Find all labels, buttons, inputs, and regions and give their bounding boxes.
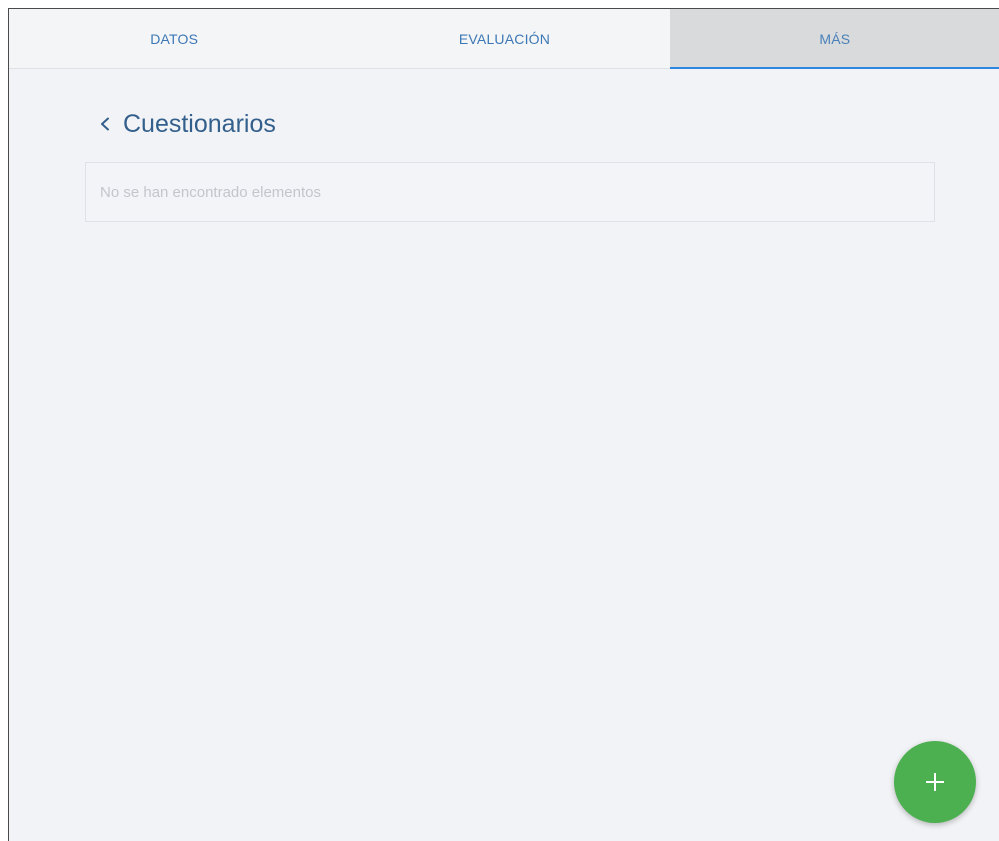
tab-label: MÁS [819, 30, 851, 47]
tab-label: EVALUACIÓN [458, 30, 551, 47]
tab-label: DATOS [150, 30, 199, 47]
plus-icon [926, 773, 944, 791]
tab-mas[interactable]: MÁS [669, 9, 999, 69]
tab-datos[interactable]: DATOS [9, 9, 339, 68]
chevron-left-icon[interactable] [95, 114, 115, 134]
add-button[interactable] [894, 741, 976, 823]
page-title: Cuestionarios [123, 109, 276, 138]
tab-evaluacion[interactable]: EVALUACIÓN [339, 9, 669, 68]
back-to-section-button[interactable]: Cuestionarios [95, 109, 276, 139]
empty-list-panel: No se han encontrado elementos [85, 162, 935, 222]
app-frame: DATOS EVALUACIÓN MÁS Cuestionarios No se… [8, 8, 999, 841]
empty-state-message: No se han encontrado elementos [100, 183, 321, 201]
tab-bar: DATOS EVALUACIÓN MÁS [9, 9, 999, 69]
